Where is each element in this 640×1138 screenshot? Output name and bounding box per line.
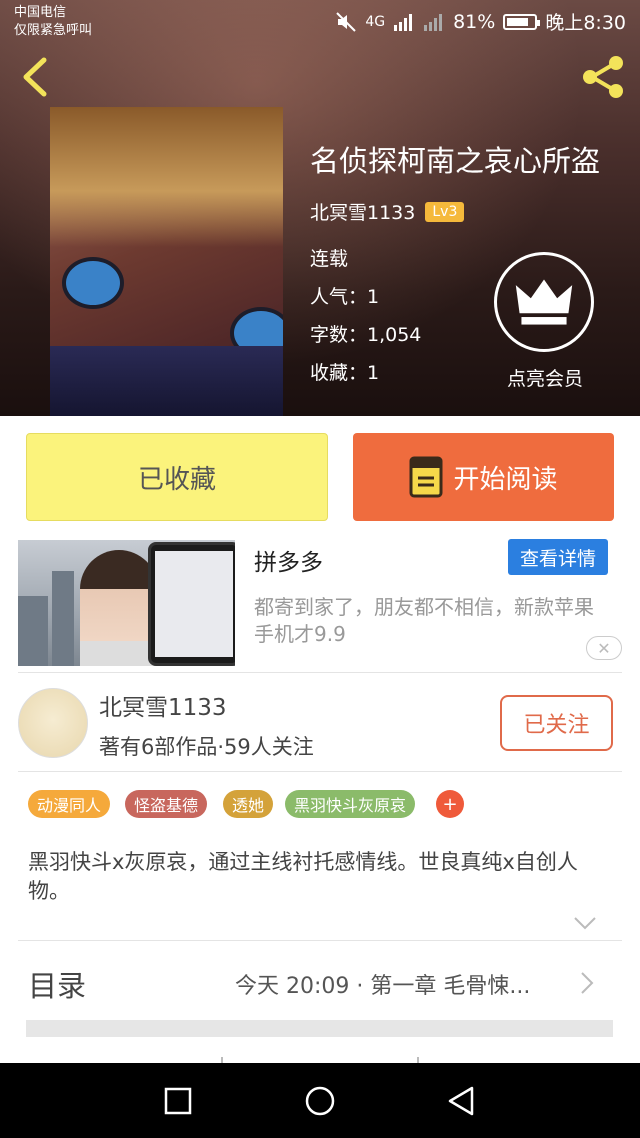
network-type: 4G <box>365 13 386 30</box>
ad-detail-button[interactable]: 查看详情 <box>508 539 608 575</box>
home-icon[interactable] <box>302 1083 338 1119</box>
book-favorites: 收藏：1 <box>310 362 380 384</box>
crown-icon[interactable] <box>494 252 594 352</box>
share-icon[interactable] <box>578 52 628 102</box>
ad-description[interactable]: 都寄到家了，朋友都不相信，新款苹果手机才9.9 <box>254 594 604 648</box>
carrier-name: 中国电信 <box>14 5 67 20</box>
book-synopsis: 黑羽快斗x灰原哀，通过主线衬托感情线。世良真纯x自创人物。 <box>28 850 578 903</box>
status-icons: 4G 81% 晚上8:30 <box>335 8 626 35</box>
status-bar: 中国电信 仅限紧急呼叫 4G 81% 晚上8:30 <box>0 0 640 44</box>
back-icon[interactable] <box>16 54 56 100</box>
mute-icon <box>336 11 357 32</box>
author-card-name[interactable]: 北冥雪1133 <box>99 688 227 722</box>
book-status: 连载 <box>310 248 349 270</box>
book-header: 中国电信 仅限紧急呼叫 4G 81% 晚上8:30 名侦探柯南之哀心所盗 北冥雪… <box>0 0 640 416</box>
vip-label[interactable]: 点亮会员 <box>490 364 600 391</box>
close-icon: ✕ <box>597 638 611 658</box>
clock: 晚上8:30 <box>545 12 626 34</box>
system-nav-bar <box>0 1063 640 1138</box>
book-word-count: 字数：1,054 <box>310 324 422 346</box>
book-cover-image <box>50 107 283 416</box>
tag-item[interactable]: 透她 <box>223 790 274 818</box>
book-author-row[interactable]: 北冥雪1133 Lv3 <box>310 198 465 225</box>
book-icon <box>409 456 443 498</box>
ad-close-button[interactable]: ✕ <box>586 636 622 660</box>
chevron-right-icon[interactable] <box>578 970 596 996</box>
author-card-stats: 著有6部作品·59人关注 <box>99 735 314 759</box>
divider <box>18 672 622 673</box>
favorited-button[interactable]: 已收藏 <box>26 433 328 521</box>
signal-icon <box>394 13 413 31</box>
follow-button[interactable]: 已关注 <box>500 695 613 751</box>
tag-item[interactable]: 怪盗基德 <box>125 790 208 818</box>
ad-title[interactable]: 拼多多 <box>254 543 323 577</box>
back-nav-icon[interactable] <box>444 1083 480 1119</box>
recent-apps-icon[interactable] <box>160 1083 196 1119</box>
signal-empty-icon <box>424 13 443 31</box>
start-reading-label: 开始阅读 <box>453 464 558 495</box>
content-placeholder <box>26 1020 613 1037</box>
tag-item[interactable]: 动漫同人 <box>28 790 111 818</box>
chevron-down-icon[interactable] <box>572 914 598 932</box>
favorited-label: 已收藏 <box>137 464 216 495</box>
author-level-badge: Lv3 <box>425 201 465 222</box>
divider <box>18 771 622 772</box>
book-popularity: 人气：1 <box>310 286 380 308</box>
divider <box>18 940 622 941</box>
toc-label[interactable]: 目录 <box>28 963 86 1005</box>
book-author-name[interactable]: 北冥雪1133 <box>310 198 415 225</box>
toc-latest-chapter[interactable]: 今天 20:09 · 第一章 毛骨悚... <box>235 968 570 1000</box>
ad-image[interactable] <box>18 540 235 666</box>
battery-percent: 81% <box>453 10 496 33</box>
start-reading-button[interactable]: 开始阅读 <box>353 433 614 521</box>
carrier-info: 中国电信 仅限紧急呼叫 <box>14 4 92 40</box>
add-tag-button[interactable]: + <box>436 790 464 818</box>
battery-icon <box>503 13 541 30</box>
avatar[interactable] <box>18 688 88 758</box>
carrier-sub: 仅限紧急呼叫 <box>14 23 93 38</box>
book-title: 名侦探柯南之哀心所盗 <box>310 144 601 178</box>
tag-item[interactable]: 黑羽快斗灰原哀 <box>285 790 416 818</box>
